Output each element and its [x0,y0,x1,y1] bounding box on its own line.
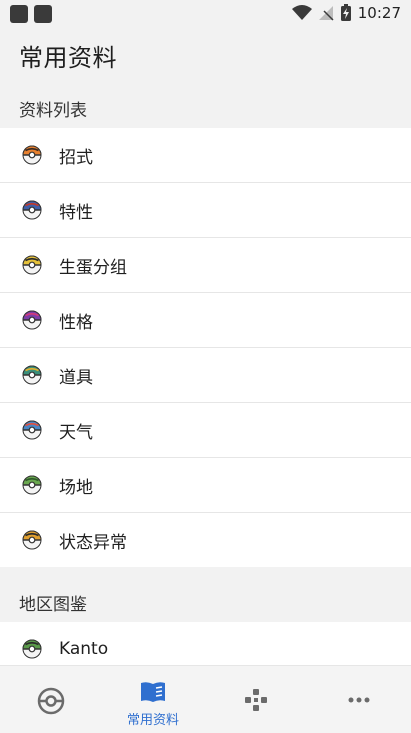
pokeball-icon [22,639,42,659]
status-notification-icons [10,5,52,23]
no-signal-icon [318,6,334,21]
list-item-label: 天气 [59,422,93,443]
list-item-egg-groups[interactable]: 生蛋分组 [0,238,411,293]
battery-charging-icon [340,4,351,21]
greatball-icon [22,200,42,220]
list-item-status-conditions[interactable]: 状态异常 [0,513,411,567]
notification-icon [10,5,28,23]
list-item-label: 场地 [59,477,93,498]
list-item-natures[interactable]: 性格 [0,293,411,348]
nav-tab-games[interactable] [205,666,307,733]
list-item-items[interactable]: 道具 [0,348,411,403]
list-item-moves[interactable]: 招式 [0,128,411,183]
data-list: 招式 特性 生蛋分组 性格 道具 天气 场地 状态异常 [0,128,411,567]
page-title: 常用资料 [19,44,117,72]
diveball-icon [22,420,42,440]
list-item-label: 性格 [59,312,93,333]
status-bar: 10:27 [0,0,411,28]
nav-tab-common-data[interactable]: 常用资料 [102,666,204,733]
friendball-icon [22,475,42,495]
ultraball-icon [22,255,42,275]
nav-tab-pokedex[interactable] [0,666,102,733]
nav-tab-label: 常用资料 [126,713,179,728]
section-header-data-list: 资料列表 [19,101,87,121]
pokeball-icon [37,687,65,715]
list-item-abilities[interactable]: 特性 [0,183,411,238]
list-item-label: 生蛋分组 [59,257,127,278]
list-item-label: 道具 [59,367,93,388]
list-item-weather[interactable]: 天气 [0,403,411,458]
notification-icon [34,5,52,23]
netball-icon [22,365,42,385]
section-header-regional-dex: 地区图鉴 [19,595,87,615]
status-time: 10:27 [357,4,401,22]
masterball-icon [22,310,42,330]
gamepad-icon [245,689,267,711]
nav-tab-more[interactable] [308,666,410,733]
quickball-icon [22,530,42,550]
pokeball-icon [22,145,42,165]
bottom-navigation: 常用资料 [0,665,411,733]
book-icon [141,682,165,702]
list-item-label: 特性 [59,202,93,223]
list-item-label: 状态异常 [59,532,127,553]
more-icon [348,697,370,703]
list-item-label: 招式 [59,147,93,168]
list-item-label: Kanto [59,639,109,659]
list-item-terrain[interactable]: 场地 [0,458,411,513]
wifi-icon [291,5,312,20]
